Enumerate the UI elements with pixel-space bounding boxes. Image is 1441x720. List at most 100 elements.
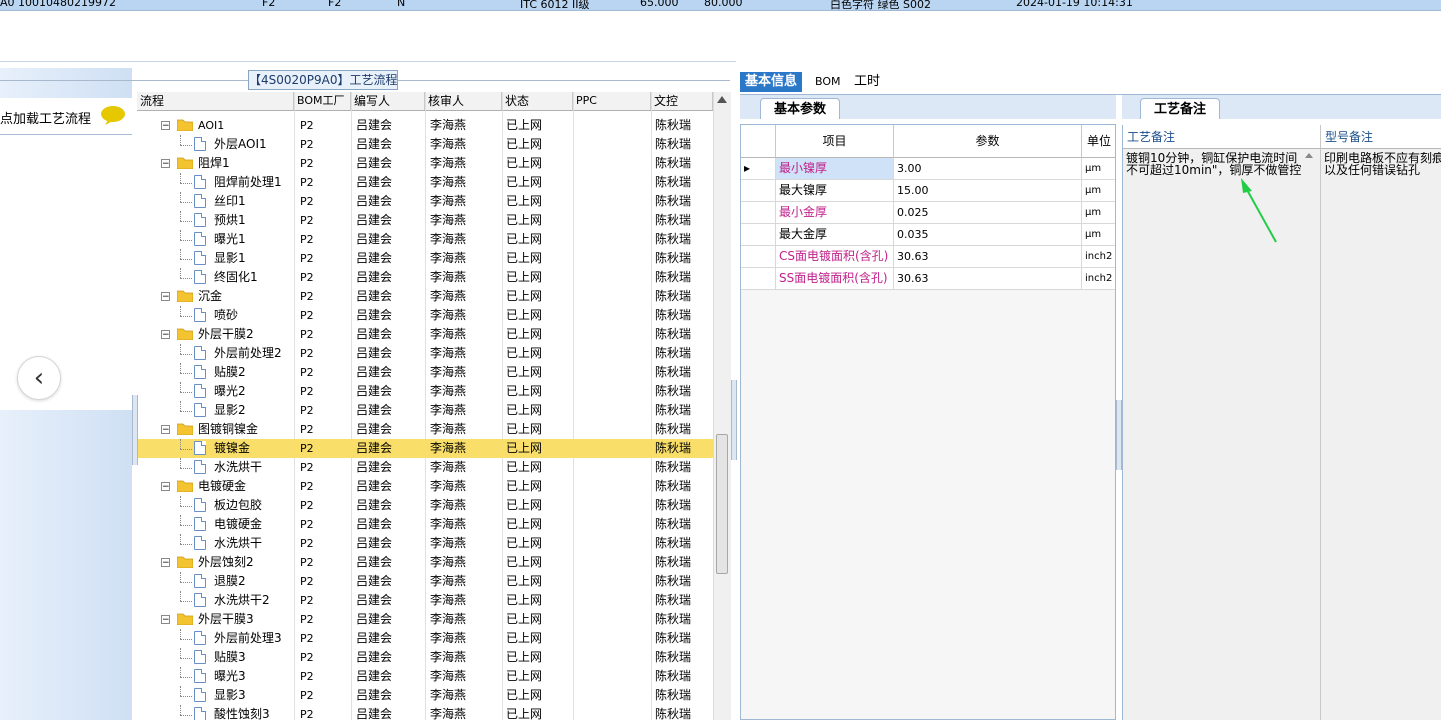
- process-note-cell[interactable]: 镀铜10分钟，铜缸保护电流时间 不可超过10min"，铜厚不做管控: [1123, 149, 1321, 720]
- param-row[interactable]: 最小金厚 0.025 μm: [741, 202, 1115, 224]
- col-header-ppc[interactable]: PPC: [573, 92, 651, 110]
- tab-hours[interactable]: 工时: [849, 72, 885, 92]
- param-unit[interactable]: μm: [1082, 202, 1115, 223]
- col-header-status[interactable]: 状态: [502, 92, 573, 110]
- table-row[interactable]: 水洗烘干 P2 吕建会 李海燕 已上网 陈秋瑞: [137, 458, 713, 477]
- param-value[interactable]: 30.63: [894, 268, 1082, 289]
- col-header-flow[interactable]: 流程: [137, 92, 294, 110]
- param-unit[interactable]: μm: [1082, 158, 1115, 179]
- param-item[interactable]: 最大镍厚: [776, 180, 894, 201]
- col-header-doc[interactable]: 文控: [651, 92, 713, 110]
- col-header-item[interactable]: 项目: [776, 125, 894, 158]
- col-header-unit[interactable]: 单位: [1082, 125, 1115, 158]
- document-icon: [194, 441, 206, 455]
- tab-process-remarks[interactable]: 工艺备注: [1140, 98, 1220, 119]
- collapse-icon[interactable]: −: [161, 330, 170, 340]
- table-row[interactable]: − 沉金 P2 吕建会 李海燕 已上网 陈秋瑞: [137, 287, 713, 306]
- collapse-icon[interactable]: −: [161, 558, 170, 568]
- param-item[interactable]: CS面电镀面积(含孔): [776, 246, 894, 267]
- table-row[interactable]: 丝印1 P2 吕建会 李海燕 已上网 陈秋瑞: [137, 192, 713, 211]
- table-row[interactable]: 外层AOI1 P2 吕建会 李海燕 已上网 陈秋瑞: [137, 135, 713, 154]
- collapse-icon[interactable]: −: [161, 121, 170, 131]
- table-row[interactable]: 预烘1 P2 吕建会 李海燕 已上网 陈秋瑞: [137, 211, 713, 230]
- col-header-bom[interactable]: BOM工厂: [294, 92, 351, 110]
- table-row[interactable]: − 电镀硬金 P2 吕建会 李海燕 已上网 陈秋瑞: [137, 477, 713, 496]
- param-item[interactable]: SS面电镀面积(含孔): [776, 268, 894, 289]
- left-splitter[interactable]: [132, 395, 138, 465]
- collapse-icon[interactable]: −: [161, 615, 170, 625]
- tab-basic-info[interactable]: 基本信息: [740, 72, 803, 92]
- reviewer: 李海燕: [430, 555, 467, 569]
- top-data-row[interactable]: A0 10010480219972 F2 F2 N ITC 6012 II级 6…: [0, 0, 1441, 11]
- collapse-icon[interactable]: −: [161, 159, 170, 169]
- table-row[interactable]: 电镀硬金 P2 吕建会 李海燕 已上网 陈秋瑞: [137, 515, 713, 534]
- param-row[interactable]: CS面电镀面积(含孔) 30.63 inch2: [741, 246, 1115, 268]
- table-row[interactable]: 显影2 P2 吕建会 李海燕 已上网 陈秋瑞: [137, 401, 713, 420]
- table-row[interactable]: 贴膜2 P2 吕建会 李海燕 已上网 陈秋瑞: [137, 363, 713, 382]
- param-item[interactable]: 最小金厚: [776, 202, 894, 223]
- param-row[interactable]: 最大金厚 0.035 μm: [741, 224, 1115, 246]
- col-header-process-note[interactable]: 工艺备注: [1123, 125, 1321, 149]
- param-unit[interactable]: μm: [1082, 180, 1115, 201]
- scroll-up-icon[interactable]: [717, 96, 727, 103]
- param-row[interactable]: ▸ 最小镍厚 3.00 μm: [741, 158, 1115, 180]
- param-unit[interactable]: inch2: [1082, 268, 1115, 289]
- process-scrollbar[interactable]: [713, 92, 731, 720]
- table-row[interactable]: − 阻焊1 P2 吕建会 李海燕 已上网 陈秋瑞: [137, 154, 713, 173]
- table-row[interactable]: 外层前处理2 P2 吕建会 李海燕 已上网 陈秋瑞: [137, 344, 713, 363]
- table-row[interactable]: 曝光1 P2 吕建会 李海燕 已上网 陈秋瑞: [137, 230, 713, 249]
- table-row[interactable]: − 图镀铜镍金 P2 吕建会 李海燕 已上网 陈秋瑞: [137, 420, 713, 439]
- param-unit[interactable]: inch2: [1082, 246, 1115, 267]
- param-row[interactable]: SS面电镀面积(含孔) 30.63 inch2: [741, 268, 1115, 290]
- speech-bubble-icon[interactable]: [100, 105, 126, 125]
- param-unit[interactable]: μm: [1082, 224, 1115, 245]
- table-row[interactable]: − 外层干膜3 P2 吕建会 李海燕 已上网 陈秋瑞: [137, 610, 713, 629]
- tree-line: [180, 658, 192, 659]
- param-value[interactable]: 30.63: [894, 246, 1082, 267]
- scroll-thumb[interactable]: [716, 434, 728, 574]
- table-row[interactable]: 水洗烘干 P2 吕建会 李海燕 已上网 陈秋瑞: [137, 534, 713, 553]
- table-row[interactable]: 曝光3 P2 吕建会 李海燕 已上网 陈秋瑞: [137, 667, 713, 686]
- table-row[interactable]: 阻焊前处理1 P2 吕建会 李海燕 已上网 陈秋瑞: [137, 173, 713, 192]
- prev-arrow-icon[interactable]: ‹: [17, 356, 61, 400]
- param-item[interactable]: 最大金厚: [776, 224, 894, 245]
- collapse-icon[interactable]: −: [161, 425, 170, 435]
- process-grid[interactable]: 流程 BOM工厂 编写人 核审人 状态 PPC 文控 − AOI1 P2 吕建会 李海燕…: [137, 92, 713, 720]
- collapse-icon[interactable]: −: [161, 292, 170, 302]
- table-row[interactable]: 水洗烘干2 P2 吕建会 李海燕 已上网 陈秋瑞: [137, 591, 713, 610]
- col-header-reviewer[interactable]: 核审人: [425, 92, 502, 110]
- table-row[interactable]: 曝光2 P2 吕建会 李海燕 已上网 陈秋瑞: [137, 382, 713, 401]
- table-row[interactable]: 终固化1 P2 吕建会 李海燕 已上网 陈秋瑞: [137, 268, 713, 287]
- col-header-model-note[interactable]: 型号备注: [1321, 125, 1441, 149]
- param-item[interactable]: 最小镍厚: [776, 158, 894, 179]
- col-header-writer[interactable]: 编写人: [351, 92, 425, 110]
- table-row[interactable]: 镀镍金 P2 吕建会 李海燕 已上网 陈秋瑞: [137, 439, 713, 458]
- note-scroll-up-icon[interactable]: [1305, 153, 1313, 158]
- col-header-param[interactable]: 参数: [894, 125, 1082, 158]
- table-row[interactable]: 退膜2 P2 吕建会 李海燕 已上网 陈秋瑞: [137, 572, 713, 591]
- table-row[interactable]: 喷砂 P2 吕建会 李海燕 已上网 陈秋瑞: [137, 306, 713, 325]
- param-value[interactable]: 0.035: [894, 224, 1082, 245]
- tab-bom[interactable]: BOM: [810, 72, 846, 92]
- tab-basic-params[interactable]: 基本参数: [760, 98, 840, 119]
- param-value[interactable]: 3.00: [894, 158, 1082, 179]
- table-row[interactable]: 贴膜3 P2 吕建会 李海燕 已上网 陈秋瑞: [137, 648, 713, 667]
- middle-splitter[interactable]: [731, 380, 737, 460]
- bom-factory: P2: [300, 499, 314, 512]
- table-row[interactable]: 板边包胶 P2 吕建会 李海燕 已上网 陈秋瑞: [137, 496, 713, 515]
- basic-params-grid[interactable]: 项目 参数 单位 ▸ 最小镍厚 3.00 μm 最大镍厚 15.00 μm 最小金厚 0.025…: [740, 124, 1116, 720]
- table-row[interactable]: 显影1 P2 吕建会 李海燕 已上网 陈秋瑞: [137, 249, 713, 268]
- collapse-icon[interactable]: −: [161, 482, 170, 492]
- table-row[interactable]: 酸性蚀刻3 P2 吕建会 李海燕 已上网 陈秋瑞: [137, 705, 713, 720]
- bom-factory: P2: [300, 613, 314, 626]
- param-row[interactable]: 最大镍厚 15.00 μm: [741, 180, 1115, 202]
- status: 已上网: [506, 403, 543, 417]
- table-row[interactable]: − AOI1 P2 吕建会 李海燕 已上网 陈秋瑞: [137, 116, 713, 135]
- param-indicator: [741, 246, 776, 267]
- table-row[interactable]: 显影3 P2 吕建会 李海燕 已上网 陈秋瑞: [137, 686, 713, 705]
- table-row[interactable]: 外层前处理3 P2 吕建会 李海燕 已上网 陈秋瑞: [137, 629, 713, 648]
- param-value[interactable]: 15.00: [894, 180, 1082, 201]
- table-row[interactable]: − 外层蚀刻2 P2 吕建会 李海燕 已上网 陈秋瑞: [137, 553, 713, 572]
- table-row[interactable]: − 外层干膜2 P2 吕建会 李海燕 已上网 陈秋瑞: [137, 325, 713, 344]
- param-value[interactable]: 0.025: [894, 202, 1082, 223]
